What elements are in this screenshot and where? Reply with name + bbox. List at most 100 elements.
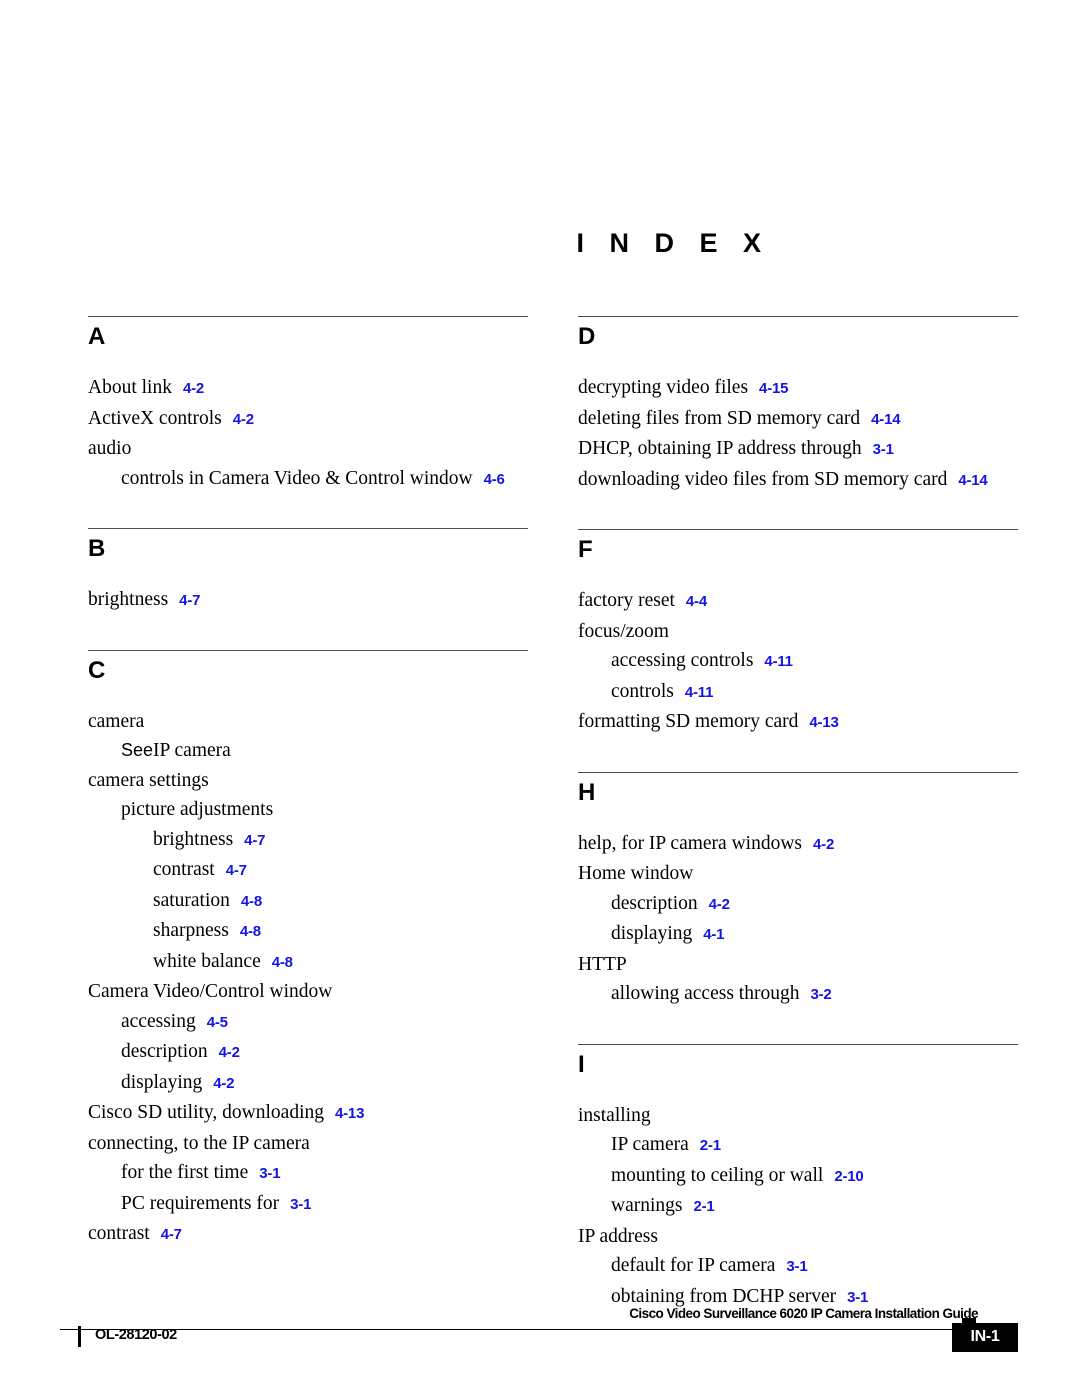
index-entry[interactable]: formatting SD memory card 4-13 <box>578 707 1018 738</box>
index-entry-page-ref[interactable]: 4-7 <box>244 832 265 849</box>
index-entry[interactable]: ActiveX controls 4-2 <box>88 404 528 435</box>
index-entry-page-ref[interactable]: 4-7 <box>179 592 200 609</box>
section-divider <box>88 528 528 529</box>
index-entry-label: contrast <box>153 859 215 880</box>
index-entry[interactable]: white balance 4-8 <box>88 947 528 978</box>
index-entry-label: IP address <box>578 1225 658 1247</box>
index-entry[interactable]: displaying 4-2 <box>88 1068 528 1099</box>
index-entry[interactable]: camera <box>88 707 528 737</box>
index-entry-page-ref[interactable]: 3-2 <box>810 986 831 1003</box>
index-entry-page-ref[interactable]: 2-1 <box>700 1137 721 1154</box>
index-entry[interactable]: mounting to ceiling or wall 2-10 <box>578 1161 1018 1192</box>
index-entry[interactable]: downloading video files from SD memory c… <box>578 465 1018 496</box>
index-entry-page-ref[interactable]: 4-2 <box>183 380 204 397</box>
index-entry-page-ref[interactable]: 4-8 <box>272 954 293 971</box>
index-entry[interactable]: deleting files from SD memory card 4-14 <box>578 404 1018 435</box>
index-entry[interactable]: controls in Camera Video & Control windo… <box>88 464 528 495</box>
index-entry-page-ref[interactable]: 4-2 <box>213 1075 234 1092</box>
index-entry[interactable]: description 4-2 <box>88 1037 528 1068</box>
index-entry-page-ref[interactable]: 4-2 <box>219 1044 240 1061</box>
footer-rule <box>60 1329 980 1331</box>
index-entry[interactable]: Home window <box>578 859 1018 889</box>
index-entry[interactable]: displaying 4-1 <box>578 919 1018 950</box>
index-entry[interactable]: allowing access through 3-2 <box>578 979 1018 1010</box>
index-entry-page-ref[interactable]: 4-8 <box>241 893 262 910</box>
index-entry-page-ref[interactable]: 4-7 <box>226 862 247 879</box>
index-entry-page-ref[interactable]: 4-2 <box>233 411 254 428</box>
index-entry-page-ref[interactable]: 3-1 <box>290 1196 311 1213</box>
index-entry-page-ref[interactable]: 4-8 <box>240 923 261 940</box>
index-entry-label: brightness <box>153 828 234 850</box>
section-letter-heading: H <box>578 778 596 806</box>
index-entry-label: description <box>611 892 698 914</box>
index-entry[interactable]: audio <box>88 434 528 464</box>
index-entry[interactable]: accessing controls 4-11 <box>578 646 1018 677</box>
index-entry-page-ref[interactable]: 4-11 <box>685 684 714 701</box>
section-divider <box>88 316 528 317</box>
index-entry-label: deleting files from SD memory card <box>578 407 861 429</box>
index-entry[interactable]: DHCP, obtaining IP address through 3-1 <box>578 434 1018 465</box>
index-entry-label: audio <box>88 438 132 459</box>
index-entry[interactable]: About link 4-2 <box>88 373 528 404</box>
index-entry-page-ref[interactable]: 2-1 <box>694 1198 715 1215</box>
index-entry-page-ref[interactable]: 4-5 <box>207 1014 228 1031</box>
index-entry[interactable]: IP address <box>578 1222 1018 1252</box>
index-entry[interactable]: controls 4-11 <box>578 677 1018 708</box>
index-entry-page-ref[interactable]: 4-11 <box>764 653 793 670</box>
index-entry[interactable]: factory reset 4-4 <box>578 586 1018 617</box>
index-entry-page-ref[interactable]: 4-2 <box>709 896 730 913</box>
index-entry[interactable]: Camera Video/Control window <box>88 977 528 1007</box>
index-entry-label: sharpness <box>153 920 229 941</box>
index-entry-page-ref[interactable]: 4-1 <box>703 926 724 943</box>
index-entry-page-ref[interactable]: 4-2 <box>813 836 834 853</box>
index-entry-page-ref[interactable]: 4-6 <box>484 471 505 488</box>
index-entry[interactable]: decrypting video files 4-15 <box>578 373 1018 404</box>
index-entry[interactable]: installing <box>578 1101 1018 1131</box>
index-entry[interactable]: connecting, to the IP camera <box>88 1129 528 1159</box>
index-entry[interactable]: SeeIP camera <box>88 736 528 766</box>
index-entry[interactable]: brightness 4-7 <box>88 825 528 856</box>
index-entry-label: contrast <box>88 1223 150 1244</box>
index-entry-label: installing <box>578 1104 651 1126</box>
index-entry[interactable]: focus/zoom <box>578 617 1018 647</box>
index-entry[interactable]: HTTP <box>578 950 1018 980</box>
index-columns: A About link 4-2 ActiveX controls 4-2 audio co… <box>0 316 1080 1312</box>
index-entry[interactable]: saturation 4-8 <box>88 886 528 917</box>
index-entry-page-ref[interactable]: 3-1 <box>873 441 894 458</box>
index-entry-page-ref[interactable]: 4-7 <box>161 1226 182 1243</box>
index-entry-page-ref[interactable]: 2-10 <box>834 1168 863 1185</box>
index-entry-page-ref[interactable]: 4-13 <box>335 1105 364 1122</box>
index-entry-page-ref[interactable]: 4-4 <box>686 593 707 610</box>
index-entry-page-ref[interactable]: 4-15 <box>759 380 788 397</box>
index-entry-label: default for IP camera <box>611 1255 776 1276</box>
index-entry[interactable]: description 4-2 <box>578 889 1018 920</box>
index-entry-label: ActiveX controls <box>88 407 222 429</box>
index-entry-page-ref[interactable]: 4-14 <box>958 472 987 489</box>
footer-guide-title: Cisco Video Surveillance 6020 IP Camera … <box>629 1306 978 1321</box>
index-entry-page-ref[interactable]: 3-1 <box>259 1165 280 1182</box>
index-entry[interactable]: contrast 4-7 <box>88 855 528 886</box>
index-entry-page-ref[interactable]: 4-13 <box>809 714 838 731</box>
index-entry[interactable]: default for IP camera 3-1 <box>578 1251 1018 1282</box>
index-entry-label: white balance <box>153 950 261 972</box>
section-letter-heading: C <box>88 656 106 684</box>
index-entry[interactable]: picture adjustments <box>88 795 528 825</box>
index-entry[interactable]: Cisco SD utility, downloading 4-13 <box>88 1098 528 1129</box>
index-entry[interactable]: sharpness 4-8 <box>88 916 528 947</box>
letter-section-b: Bbrightness 4-7 <box>88 528 528 616</box>
letter-section-d: Ddecrypting video files 4-15 deleting file… <box>578 316 1018 495</box>
index-entry-page-ref[interactable]: 3-1 <box>786 1258 807 1275</box>
index-entry[interactable]: for the first time 3-1 <box>88 1158 528 1189</box>
index-entry[interactable]: warnings 2-1 <box>578 1191 1018 1222</box>
index-entry[interactable]: camera settings <box>88 766 528 796</box>
index-entry[interactable]: PC requirements for 3-1 <box>88 1189 528 1220</box>
index-entry[interactable]: help, for IP camera windows 4-2 <box>578 829 1018 860</box>
index-entry[interactable]: contrast 4-7 <box>88 1219 528 1250</box>
index-entry-label: help, for IP camera windows <box>578 832 803 854</box>
index-entry[interactable]: brightness 4-7 <box>88 585 528 616</box>
index-entry[interactable]: IP camera 2-1 <box>578 1130 1018 1161</box>
index-entry[interactable]: accessing 4-5 <box>88 1007 528 1038</box>
index-entry-page-ref[interactable]: 4-14 <box>871 411 900 428</box>
